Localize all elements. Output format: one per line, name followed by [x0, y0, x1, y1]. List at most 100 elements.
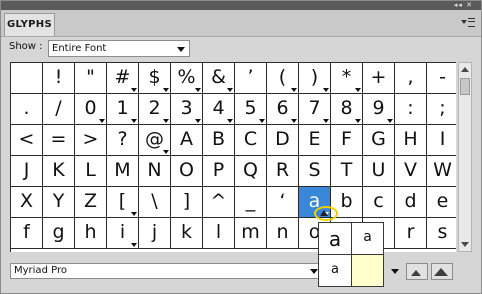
- glyph-cell[interactable]: ^: [203, 187, 235, 218]
- glyph-cell[interactable]: l: [203, 218, 235, 249]
- glyph-cell[interactable]: [: [107, 187, 139, 218]
- glyph-cell[interactable]: <: [11, 125, 43, 156]
- alternates-triangle-icon[interactable]: [323, 119, 329, 123]
- alternates-triangle-icon[interactable]: [323, 88, 329, 92]
- alternates-triangle-icon[interactable]: [163, 119, 169, 123]
- glyph-cell[interactable]: 9: [363, 94, 395, 125]
- zoom-out-button[interactable]: [406, 263, 428, 280]
- glyph-cell[interactable]: k: [171, 218, 203, 249]
- glyph-cell[interactable]: X: [11, 187, 43, 218]
- tab-glyphs[interactable]: GLYPHS: [4, 13, 55, 36]
- glyph-cell[interactable]: ’: [235, 63, 267, 94]
- glyph-cell[interactable]: 7: [299, 94, 331, 125]
- alternates-triangle-icon[interactable]: [131, 119, 137, 123]
- alternates-triangle-icon[interactable]: [291, 119, 297, 123]
- glyph-cell[interactable]: 2: [139, 94, 171, 125]
- glyph-cell[interactable]: ‘: [267, 187, 299, 218]
- glyph-cell[interactable]: R: [267, 156, 299, 187]
- alternates-triangle-icon[interactable]: [99, 119, 105, 123]
- glyph-cell[interactable]: +: [363, 63, 395, 94]
- alternates-triangle-icon[interactable]: [227, 119, 233, 123]
- glyph-cell[interactable]: n: [267, 218, 299, 249]
- glyph-cell[interactable]: ;: [427, 94, 456, 125]
- alternates-triangle-icon[interactable]: [131, 88, 137, 92]
- glyph-cell[interactable]: 4: [203, 94, 235, 125]
- alternates-triangle-icon[interactable]: [131, 243, 137, 247]
- glyph-cell[interactable]: Y: [43, 187, 75, 218]
- alternates-triangle-icon[interactable]: [195, 88, 201, 92]
- alternates-triangle-icon[interactable]: [259, 119, 265, 123]
- glyph-cell[interactable]: P: [203, 156, 235, 187]
- alternates-triangle-icon[interactable]: [163, 88, 169, 92]
- alternates-triangle-icon[interactable]: [163, 150, 169, 154]
- alternates-triangle-icon[interactable]: [291, 88, 297, 92]
- glyph-cell[interactable]: A: [171, 125, 203, 156]
- alternate-glyph[interactable]: a: [352, 223, 383, 255]
- glyph-cell[interactable]: @: [139, 125, 171, 156]
- glyph-cell[interactable]: 1: [107, 94, 139, 125]
- glyph-cell[interactable]: G: [363, 125, 395, 156]
- glyph-cell[interactable]: e: [427, 187, 456, 218]
- glyph-cell[interactable]: j: [139, 218, 171, 249]
- glyph-cell[interactable]: &: [203, 63, 235, 94]
- glyph-cell[interactable]: J: [11, 156, 43, 187]
- alternates-triangle-icon[interactable]: [131, 212, 137, 216]
- glyph-cell[interactable]: =: [43, 125, 75, 156]
- glyph-cell[interactable]: Z: [75, 187, 107, 218]
- glyph-cell[interactable]: U: [363, 156, 395, 187]
- glyph-cell[interactable]: >: [75, 125, 107, 156]
- glyph-cell[interactable]: :: [395, 94, 427, 125]
- glyph-cell[interactable]: V: [395, 156, 427, 187]
- alternates-triangle-icon[interactable]: [355, 119, 361, 123]
- glyph-cell[interactable]: .: [11, 94, 43, 125]
- panel-menu-icon[interactable]: [461, 18, 475, 28]
- vertical-scrollbar[interactable]: [458, 62, 472, 252]
- glyph-cell[interactable]: i: [107, 218, 139, 249]
- glyph-cell[interactable]: B: [203, 125, 235, 156]
- glyph-cell[interactable]: %: [171, 63, 203, 94]
- glyph-cell[interactable]: S: [299, 156, 331, 187]
- scroll-down-icon[interactable]: [461, 242, 469, 247]
- panel-title-strip[interactable]: ◂◂ ✕: [1, 1, 481, 10]
- glyph-cell[interactable]: h: [75, 218, 107, 249]
- glyph-cell[interactable]: 5: [235, 94, 267, 125]
- glyph-cell[interactable]: _: [235, 187, 267, 218]
- glyph-cell[interactable]: (: [267, 63, 299, 94]
- glyph-cell[interactable]: [11, 63, 43, 94]
- glyph-cell[interactable]: E: [299, 125, 331, 156]
- glyph-cell[interactable]: s: [427, 218, 456, 249]
- scroll-thumb[interactable]: [460, 78, 470, 95]
- glyph-cell[interactable]: /: [43, 94, 75, 125]
- font-style-dropdown-arrow-icon[interactable]: [391, 269, 399, 274]
- glyph-cell[interactable]: M: [107, 156, 139, 187]
- glyph-cell[interactable]: Q: [235, 156, 267, 187]
- glyph-cell[interactable]: O: [171, 156, 203, 187]
- glyph-cell[interactable]: c: [363, 187, 395, 218]
- glyph-cell[interactable]: K: [43, 156, 75, 187]
- glyph-cell[interactable]: m: [235, 218, 267, 249]
- glyph-cell[interactable]: N: [139, 156, 171, 187]
- collapse-close-icons[interactable]: ◂◂ ✕: [454, 1, 473, 10]
- alternates-triangle-icon[interactable]: [387, 119, 393, 123]
- glyph-cell[interactable]: d: [395, 187, 427, 218]
- font-family-dropdown[interactable]: Myriad Pro: [10, 263, 324, 279]
- glyph-cell[interactable]: r: [395, 218, 427, 249]
- glyph-cell[interactable]: -: [427, 63, 456, 94]
- glyph-cell[interactable]: !: [43, 63, 75, 94]
- glyph-cell[interactable]: f: [11, 218, 43, 249]
- glyph-cell[interactable]: C: [235, 125, 267, 156]
- show-dropdown[interactable]: Entire Font: [48, 40, 190, 57]
- glyph-cell[interactable]: 6: [267, 94, 299, 125]
- alternate-glyph[interactable]: a: [319, 255, 352, 286]
- glyph-cell[interactable]: ]: [171, 187, 203, 218]
- glyph-cell[interactable]: 3: [171, 94, 203, 125]
- glyph-cell[interactable]: \: [139, 187, 171, 218]
- alternates-triangle-icon[interactable]: [195, 119, 201, 123]
- zoom-in-button[interactable]: [431, 263, 453, 280]
- glyph-cell[interactable]: 8: [331, 94, 363, 125]
- scroll-up-icon[interactable]: [461, 67, 469, 72]
- glyph-cell[interactable]: g: [43, 218, 75, 249]
- glyph-cell[interactable]: ,: [395, 63, 427, 94]
- glyph-cell[interactable]: F: [331, 125, 363, 156]
- glyph-cell[interactable]: T: [331, 156, 363, 187]
